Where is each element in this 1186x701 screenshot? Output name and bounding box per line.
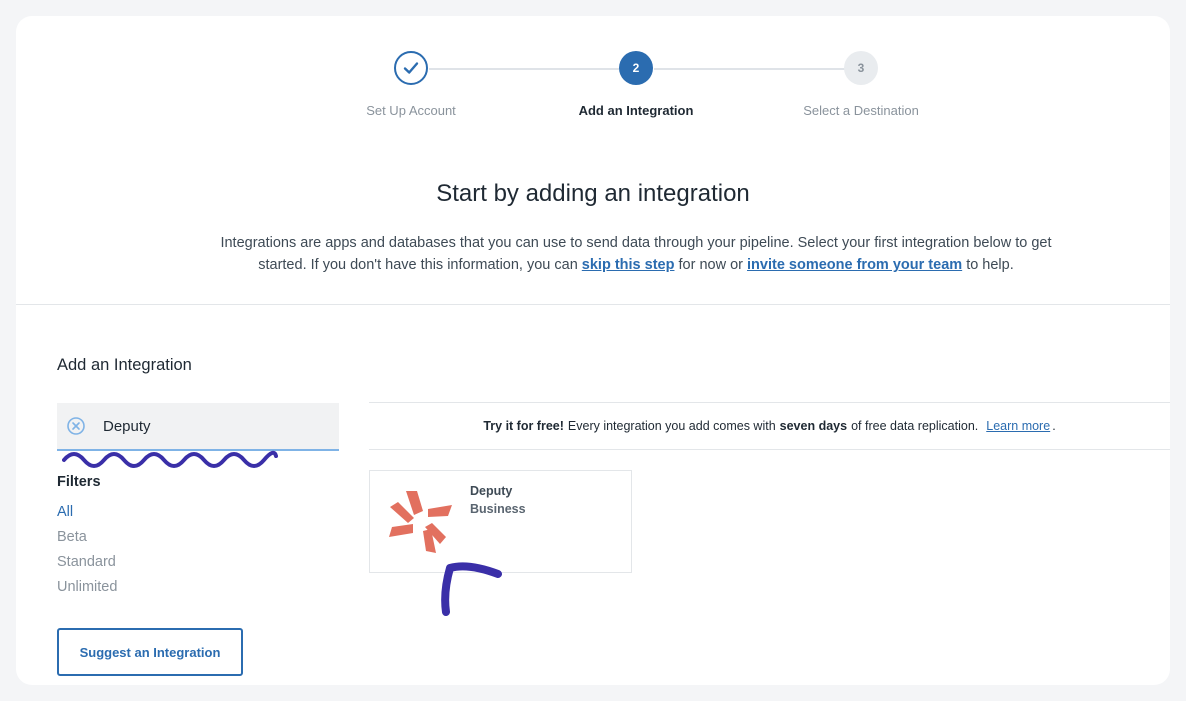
step-3-label: Select a Destination	[803, 103, 919, 118]
filter-beta[interactable]: Beta	[57, 529, 87, 545]
learn-more-link[interactable]: Learn more	[986, 419, 1050, 433]
filter-unlimited[interactable]: Unlimited	[57, 579, 117, 595]
step-2-number: 2	[619, 51, 653, 85]
checkmark-icon	[403, 62, 419, 74]
step-1-complete-icon	[394, 51, 428, 85]
skip-step-link[interactable]: skip this step	[582, 257, 675, 273]
progress-stepper: 2 3 Set Up Account Add an Integration Se…	[16, 16, 1170, 146]
close-circle-icon	[67, 417, 85, 435]
step-connector	[654, 68, 846, 70]
banner-bold-text: seven days	[779, 419, 848, 433]
search-field	[57, 403, 339, 451]
invite-team-link[interactable]: invite someone from your team	[747, 257, 962, 273]
step-3-number: 3	[844, 51, 878, 85]
banner-text: of free data replication.	[851, 419, 979, 433]
filter-standard[interactable]: Standard	[57, 554, 116, 570]
integration-name: Deputy	[470, 484, 513, 498]
section-title: Add an Integration	[57, 356, 192, 374]
step-connector	[429, 68, 619, 70]
deputy-logo-icon	[389, 491, 452, 553]
intro-text-part: for now or	[678, 257, 743, 273]
page-card: 2 3 Set Up Account Add an Integration Se…	[16, 16, 1170, 685]
filter-all[interactable]: All	[57, 504, 73, 520]
integration-tier: Business	[470, 502, 526, 516]
intro-text-part: to help.	[966, 257, 1014, 273]
suggest-integration-button[interactable]: Suggest an Integration	[57, 628, 243, 676]
intro-text: Integrations are apps and databases that…	[196, 232, 1076, 276]
banner-bold-text: Try it for free!	[483, 419, 564, 433]
search-input[interactable]	[101, 416, 305, 436]
step-2-label: Add an Integration	[578, 103, 694, 118]
section-divider	[16, 304, 1170, 305]
banner-period: .	[1052, 419, 1056, 433]
free-trial-banner: Try it for free! Every integration you a…	[369, 402, 1170, 450]
annotation-squiggle-icon	[62, 450, 278, 468]
page-title: Start by adding an integration	[436, 180, 750, 207]
clear-search-icon[interactable]	[67, 417, 85, 435]
step-1-label: Set Up Account	[366, 103, 456, 118]
filters-heading: Filters	[57, 474, 101, 490]
annotation-arrow-icon	[441, 562, 502, 616]
banner-text: Every integration you add comes with	[567, 419, 776, 433]
